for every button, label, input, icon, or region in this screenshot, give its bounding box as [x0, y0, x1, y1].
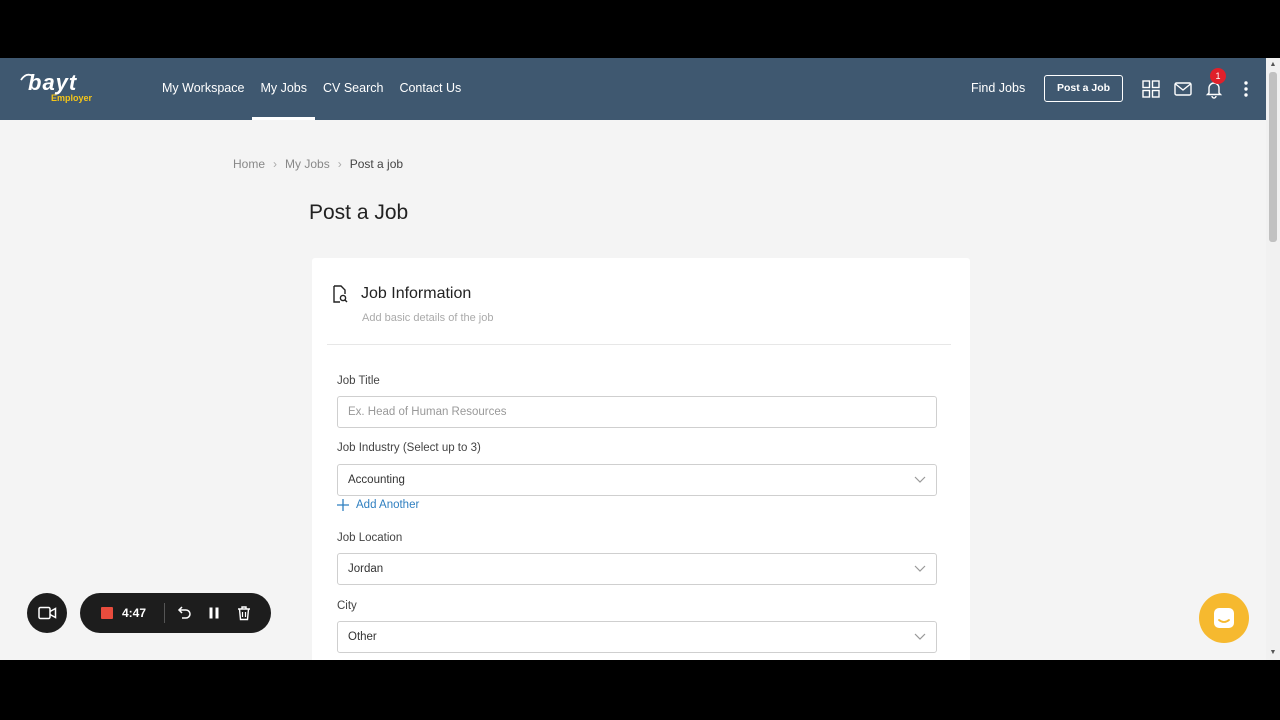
pause-icon[interactable] — [206, 605, 222, 621]
logo-subtitle: Employer — [51, 93, 93, 103]
chat-launcher-button[interactable] — [1199, 593, 1249, 643]
city-select[interactable]: Other — [337, 621, 937, 653]
city-value: Other — [348, 631, 377, 643]
page-scrollbar[interactable]: ▲ ▼ — [1266, 58, 1280, 660]
video-camera-icon — [38, 606, 57, 620]
scroll-thumb[interactable] — [1269, 72, 1277, 242]
city-label: City — [337, 600, 357, 612]
recording-divider — [164, 603, 165, 623]
job-industry-label: Job Industry (Select up to 3) — [337, 442, 481, 454]
job-location-label: Job Location — [337, 532, 403, 544]
card-divider — [327, 344, 951, 345]
chat-icon — [1214, 608, 1234, 628]
plus-icon — [337, 499, 349, 511]
main-nav: My Workspace My Jobs CV Search Contact U… — [154, 58, 469, 120]
job-title-label: Job Title — [337, 375, 380, 387]
nav-contact-us[interactable]: Contact Us — [391, 58, 469, 120]
scroll-up-arrow-icon[interactable]: ▲ — [1269, 61, 1277, 69]
post-a-job-button[interactable]: Post a Job — [1044, 75, 1123, 102]
chevron-down-icon — [914, 633, 926, 640]
nav-cv-search[interactable]: CV Search — [315, 58, 391, 120]
job-information-card: Job Information Add basic details of the… — [312, 258, 970, 660]
grid-icon[interactable] — [1141, 79, 1161, 99]
breadcrumb: Home › My Jobs › Post a job — [233, 157, 403, 171]
recording-timer: 4:47 — [122, 606, 147, 620]
add-another-label: Add Another — [356, 499, 420, 511]
more-vertical-icon[interactable] — [1236, 79, 1256, 99]
notification-badge: 1 — [1210, 68, 1226, 84]
breadcrumb-my-jobs[interactable]: My Jobs — [285, 157, 330, 171]
nav-my-jobs[interactable]: My Jobs — [252, 58, 315, 120]
document-search-icon — [333, 285, 348, 303]
browser-viewport: bayt Employer My Workspace My Jobs CV Se… — [0, 58, 1280, 660]
job-location-select[interactable]: Jordan — [337, 553, 937, 585]
undo-icon[interactable] — [176, 605, 192, 621]
job-industry-value: Accounting — [348, 474, 405, 486]
breadcrumb-separator-icon: › — [337, 157, 342, 171]
add-another-industry-button[interactable]: Add Another — [337, 499, 419, 511]
card-subtitle: Add basic details of the job — [362, 312, 494, 324]
camera-toggle-button[interactable] — [27, 593, 67, 633]
recording-controls: 4:47 — [80, 593, 271, 633]
trash-icon[interactable] — [236, 605, 252, 621]
card-title: Job Information — [361, 285, 472, 302]
find-jobs-link[interactable]: Find Jobs — [971, 58, 1025, 118]
stop-recording-button[interactable] — [101, 607, 113, 619]
breadcrumb-separator-icon: › — [273, 157, 278, 171]
chevron-down-icon — [914, 565, 926, 572]
top-navigation-bar: bayt Employer My Workspace My Jobs CV Se… — [0, 58, 1266, 120]
job-industry-select[interactable]: Accounting — [337, 464, 937, 496]
job-location-value: Jordan — [348, 563, 384, 575]
chevron-down-icon — [914, 476, 926, 483]
job-title-input[interactable]: Ex. Head of Human Resources — [337, 396, 937, 428]
nav-my-workspace[interactable]: My Workspace — [154, 58, 252, 120]
breadcrumb-home[interactable]: Home — [233, 157, 265, 171]
scroll-down-arrow-icon[interactable]: ▼ — [1269, 649, 1277, 657]
mail-icon[interactable] — [1173, 79, 1193, 99]
page-title: Post a Job — [309, 201, 409, 224]
breadcrumb-current: Post a job — [349, 157, 404, 171]
bayt-employer-logo[interactable]: bayt Employer — [20, 70, 110, 106]
